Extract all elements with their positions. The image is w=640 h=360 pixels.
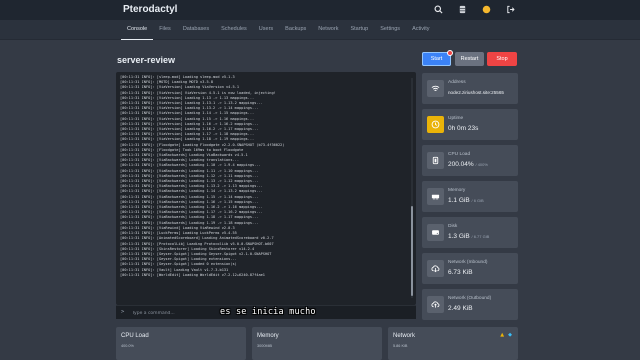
- panel-value: 5.86 KiB: [393, 344, 408, 348]
- tab-startup[interactable]: Startup: [344, 20, 374, 40]
- command-prompt-icon: >: [121, 309, 125, 315]
- panel-title: CPU Load: [121, 333, 149, 339]
- server-tabs: Console Files Databases Schedules Users Backu…: [121, 20, 435, 40]
- avatar[interactable]: [481, 4, 491, 14]
- memory-icon: [427, 188, 444, 205]
- panel-title: Network: [393, 333, 416, 339]
- stat-value-text: 2.49 KiB: [448, 305, 473, 312]
- console-output[interactable]: [00:11:31 INFO]: [sleep-mod] Loading sle…: [116, 72, 416, 305]
- top-navbar: Pterodactyl: [0, 0, 640, 20]
- cloud-upload-icon: [427, 296, 444, 313]
- stat-value: 6.73 KiB: [448, 269, 473, 276]
- tab-activity[interactable]: Activity: [406, 20, 435, 40]
- notification-dot: [447, 50, 453, 56]
- wifi-icon: [427, 80, 444, 97]
- stat-card-network-inbound: Network (Inbound) 6.73 KiB: [422, 253, 518, 284]
- console-lines: [00:11:31 INFO]: [sleep-mod] Loading sle…: [120, 75, 408, 301]
- start-button[interactable]: Start: [422, 50, 453, 66]
- stat-card-address: Address node2.ziriushost.site:25565: [422, 73, 518, 104]
- panel-value: 3000MiB: [257, 344, 272, 348]
- search-icon[interactable]: [433, 4, 443, 14]
- start-button-label: Start: [430, 56, 443, 62]
- stat-value-text: 6.73 KiB: [448, 269, 473, 276]
- stat-max: / 6 GiB: [471, 198, 484, 203]
- tab-network[interactable]: Network: [312, 20, 344, 40]
- tab-settings[interactable]: Settings: [374, 20, 406, 40]
- stat-label: Memory: [448, 188, 466, 193]
- stat-value: 1.1 GiB / 6 GiB: [448, 197, 484, 204]
- cpu-icon: [427, 152, 444, 169]
- cloud-download-icon: [427, 260, 444, 277]
- stat-max: / 6.77 GiB: [471, 234, 490, 239]
- stat-label: Address: [448, 80, 466, 85]
- stat-value: 2.49 KiB: [448, 305, 473, 312]
- memory-graph-panel: Memory 3000MiB: [252, 327, 382, 360]
- tab-backups[interactable]: Backups: [279, 20, 312, 40]
- stat-value-text: 1.1 GiB: [448, 197, 470, 204]
- app-title[interactable]: Pterodactyl: [123, 4, 177, 15]
- stat-label: Network (Outbound): [448, 296, 492, 301]
- stat-card-disk: Disk 1.3 GiB / 6.77 GiB: [422, 217, 518, 248]
- stat-max: / 400%: [475, 162, 488, 167]
- logout-icon[interactable]: [505, 4, 515, 14]
- disk-icon: [427, 224, 444, 241]
- stat-card-cpu-load: CPU Load 200.04% / 400%: [422, 145, 518, 176]
- panel-value: 400.0%: [121, 344, 134, 348]
- download-icon: ◆: [508, 332, 512, 338]
- panel-title: Memory: [257, 333, 279, 339]
- tab-files[interactable]: Files: [153, 20, 177, 40]
- server-tabs-bar: Console Files Databases Schedules Users Backu…: [0, 20, 640, 40]
- stat-label: Network (Inbound): [448, 260, 488, 265]
- stat-value-text: node2.ziriushost.site:25565: [448, 90, 504, 95]
- stat-label: CPU Load: [448, 152, 471, 157]
- tab-databases[interactable]: Databases: [177, 20, 215, 40]
- tab-schedules[interactable]: Schedules: [215, 20, 253, 40]
- stop-button[interactable]: Stop: [487, 52, 517, 66]
- stat-card-network-outbound: Network (Outbound) 2.49 KiB: [422, 289, 518, 320]
- video-subtitle: es se inicia mucho: [220, 307, 316, 317]
- stat-value: 1.3 GiB / 6.77 GiB: [448, 233, 489, 240]
- stat-value-text: 200.04%: [448, 161, 474, 168]
- console-scrollbar[interactable]: [411, 78, 413, 298]
- stat-label: Disk: [448, 224, 458, 229]
- stat-value: 200.04% / 400%: [448, 161, 488, 168]
- stat-value: 0h 0m 23s: [448, 125, 478, 132]
- page-title: server-review: [117, 55, 176, 65]
- cpu-graph-panel: CPU Load 400.0%: [116, 327, 246, 360]
- top-actions: [433, 4, 515, 14]
- tab-console[interactable]: Console: [121, 20, 154, 40]
- stat-value-text: 0h 0m 23s: [448, 125, 479, 132]
- database-icon[interactable]: [457, 4, 467, 14]
- tab-users[interactable]: Users: [253, 20, 279, 40]
- network-legend: ▲ ◆: [500, 332, 512, 338]
- scrollbar-thumb[interactable]: [411, 206, 413, 296]
- stat-value: node2.ziriushost.site:25565: [448, 90, 504, 95]
- network-graph-panel: Network 5.86 KiB ▲ ◆: [388, 327, 518, 360]
- upload-icon: ▲: [500, 332, 505, 338]
- stat-card-memory: Memory 1.1 GiB / 6 GiB: [422, 181, 518, 212]
- stat-label: Uptime: [448, 116, 464, 121]
- stat-card-uptime: Uptime 0h 0m 23s: [422, 109, 518, 140]
- console-line: [00:11:31 INFO]: [WorldEdit] Loading Wor…: [120, 272, 265, 277]
- clock-icon: [427, 116, 444, 133]
- restart-button[interactable]: Restart: [455, 52, 484, 66]
- stat-value-text: 1.3 GiB: [448, 233, 470, 240]
